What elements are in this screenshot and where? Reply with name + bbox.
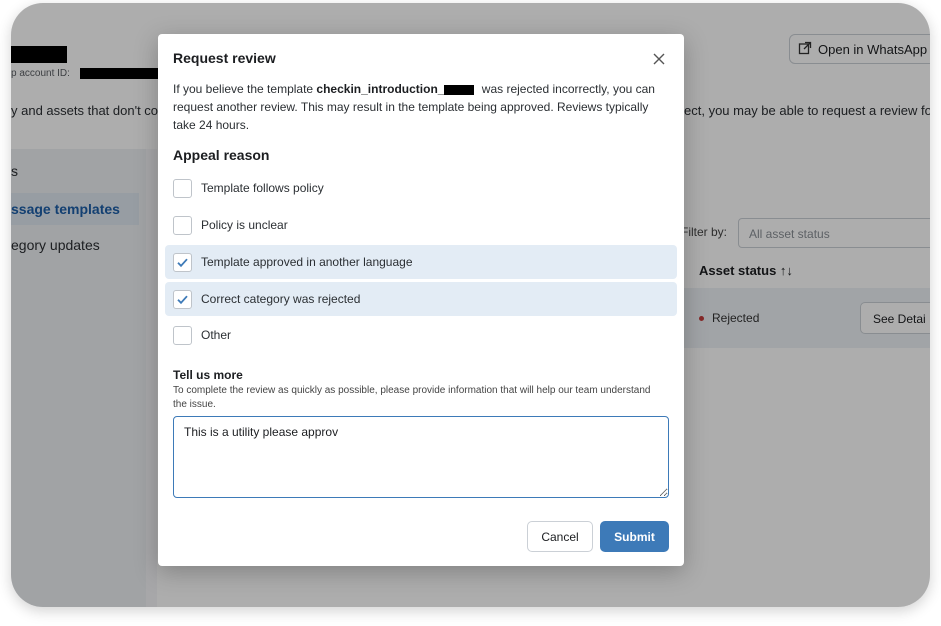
submit-button[interactable]: Submit: [600, 521, 669, 552]
tell-us-more-subtitle: To complete the review as quickly as pos…: [173, 385, 651, 410]
checkbox[interactable]: [173, 325, 192, 345]
checkmark-icon: [177, 258, 188, 267]
appeal-reason-title: Appeal reason: [173, 147, 270, 163]
redacted-template-suffix: [444, 84, 475, 95]
checkbox[interactable]: [173, 178, 192, 198]
checkbox-checked[interactable]: [173, 289, 192, 309]
tell-us-more-title: Tell us more: [173, 368, 243, 382]
tell-us-more-input[interactable]: This is a utility please approv: [173, 416, 669, 498]
request-review-dialog: Request review If you believe the templa…: [158, 34, 684, 566]
template-name: checkin_introduction_: [316, 82, 445, 96]
option-approved-another-language[interactable]: Template approved in another language: [165, 245, 677, 279]
option-policy-unclear[interactable]: Policy is unclear: [165, 208, 677, 242]
close-button[interactable]: [648, 48, 670, 70]
option-other[interactable]: Other: [165, 318, 677, 352]
checkbox[interactable]: [173, 215, 192, 235]
option-correct-category-rejected[interactable]: Correct category was rejected: [165, 282, 677, 316]
checkmark-icon: [177, 295, 188, 304]
checkbox-checked[interactable]: [173, 252, 192, 272]
cancel-button[interactable]: Cancel: [527, 521, 593, 552]
dialog-description: If you believe the template checkin_intr…: [173, 82, 655, 132]
option-template-follows-policy[interactable]: Template follows policy: [165, 171, 677, 205]
dialog-title: Request review: [173, 50, 276, 66]
close-icon: [653, 53, 665, 65]
